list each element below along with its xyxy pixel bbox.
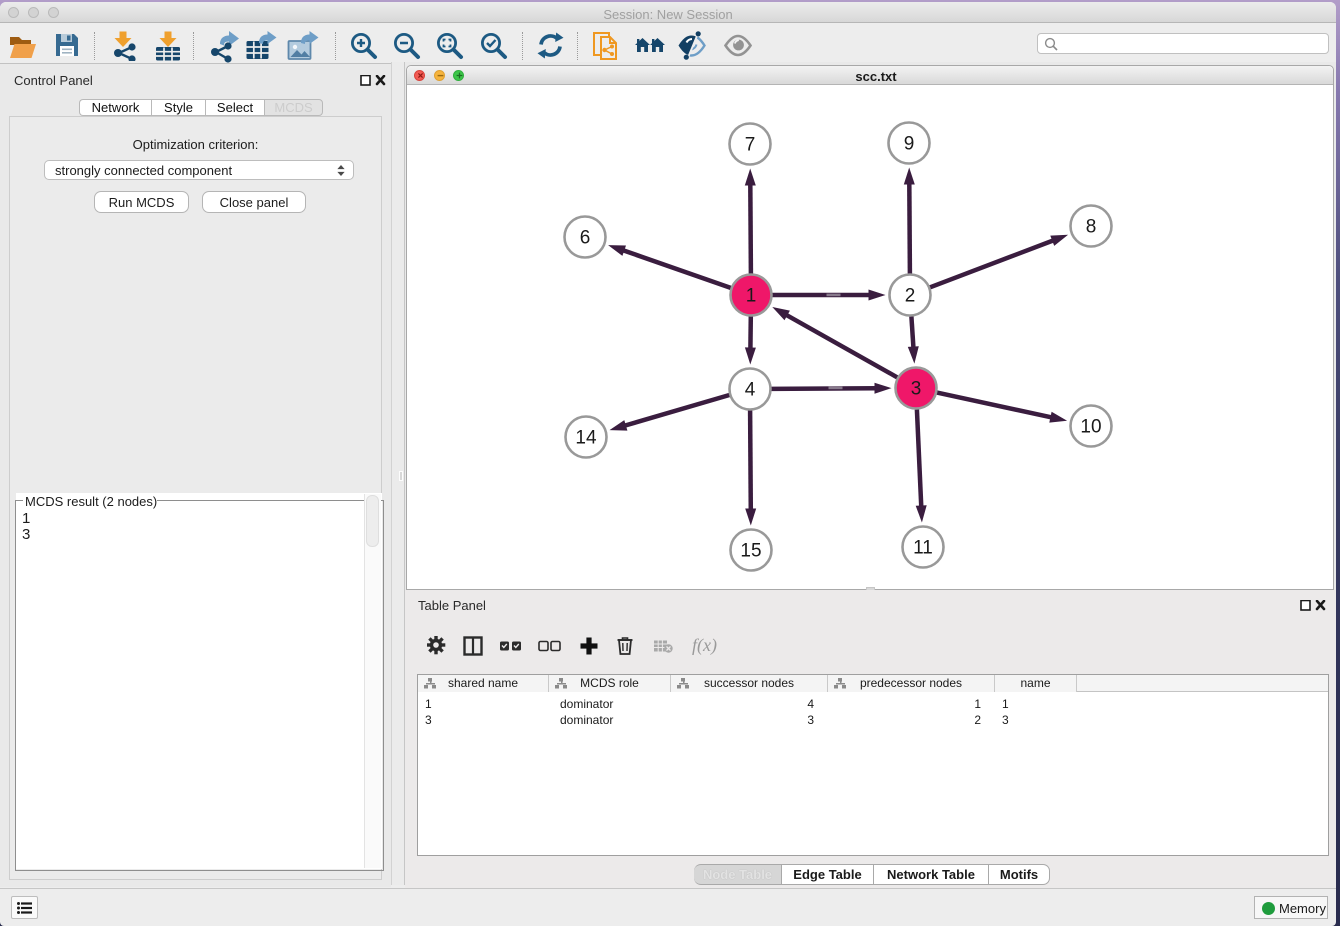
svg-text:3: 3 [911, 379, 922, 400]
svg-text:9: 9 [904, 134, 915, 155]
svg-text:7: 7 [745, 135, 756, 156]
svg-text:8: 8 [1086, 217, 1097, 238]
svg-text:f(x): f(x) [692, 636, 717, 656]
svg-text:2: 2 [905, 286, 916, 307]
svg-text:15: 15 [740, 541, 761, 562]
svg-text:11: 11 [913, 538, 933, 559]
svg-text:6: 6 [580, 228, 591, 249]
svg-text:10: 10 [1080, 417, 1101, 438]
svg-text:14: 14 [575, 428, 597, 449]
svg-text:4: 4 [745, 380, 756, 401]
svg-text:1: 1 [746, 286, 757, 307]
